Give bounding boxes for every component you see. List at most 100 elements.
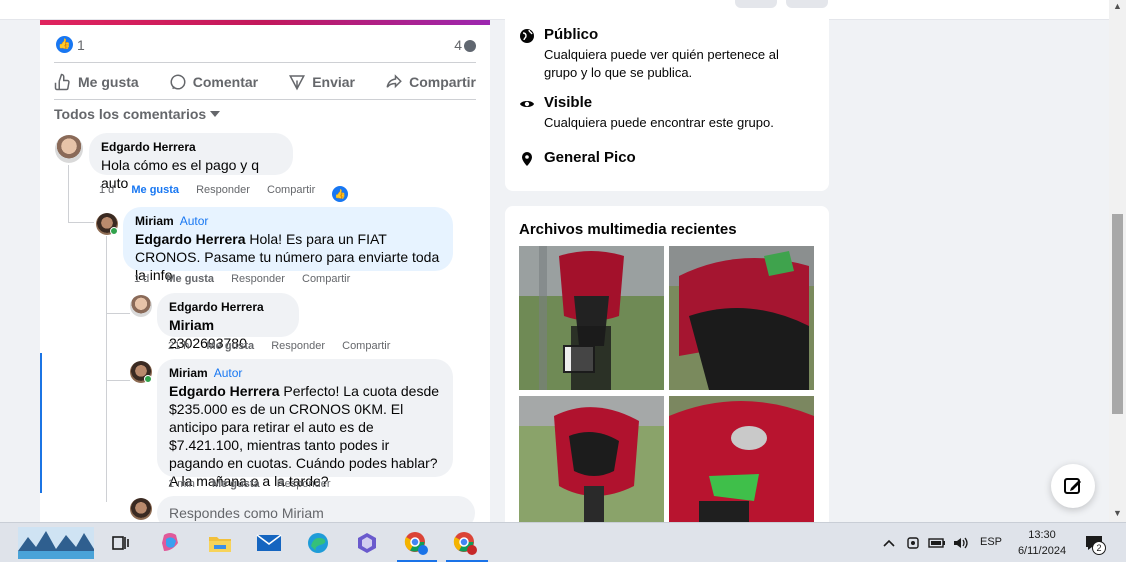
comment-count[interactable]: 4	[454, 37, 476, 53]
motorcycle-front-photo	[519, 396, 664, 522]
comment-author[interactable]: Edgardo Herrera	[101, 140, 281, 154]
comment-like-button[interactable]: Me gusta	[166, 273, 214, 285]
online-indicator	[144, 375, 152, 383]
clock-date: 6/11/2024	[1017, 545, 1067, 557]
top-button-2[interactable]	[786, 0, 828, 8]
privacy-title: Público	[544, 26, 599, 43]
comment-share-button[interactable]: Compartir	[302, 273, 350, 285]
sort-label: Todos los comentarios	[54, 106, 207, 122]
scrollbar-thumb[interactable]	[1112, 214, 1123, 414]
visibility-description: Cualquiera puede encontrar este grupo.	[544, 115, 774, 130]
comment-time[interactable]: 1 min	[168, 478, 195, 490]
comment-reply-button[interactable]: Responder	[271, 340, 325, 352]
avatar[interactable]	[55, 135, 83, 163]
comment-author-line: Miriam Autor	[169, 366, 441, 380]
comment-sort-dropdown[interactable]: Todos los comentarios	[54, 106, 221, 122]
comment-meta: 1 d Me gusta Responder Compartir 👍	[99, 184, 362, 202]
comment-reply-button[interactable]: Responder	[231, 273, 285, 285]
media-thumbnail[interactable]	[519, 246, 664, 390]
notification-badge: 2	[1092, 541, 1106, 555]
like-count[interactable]: 1	[77, 37, 85, 53]
copilot-icon[interactable]	[156, 529, 184, 557]
like-reaction-icon[interactable]: 👍	[56, 36, 73, 53]
like-reaction-icon[interactable]: 👍	[332, 186, 349, 202]
author-badge: Autor	[179, 214, 209, 228]
comment-like-button[interactable]: Me gusta	[131, 184, 179, 196]
visibility-title: Visible	[544, 94, 593, 111]
comment-like-button[interactable]: Me gusta	[206, 340, 254, 352]
clock[interactable]: 13:30 6/11/2024	[1014, 527, 1070, 559]
comment-time[interactable]: 1 d	[134, 273, 149, 285]
like-button[interactable]: Me gusta	[54, 68, 139, 96]
mention-link[interactable]: Edgardo Herrera	[169, 383, 279, 399]
comment-author[interactable]: Edgardo Herrera	[169, 300, 287, 314]
page-scrollbar[interactable]: ▲ ▼	[1109, 0, 1126, 522]
new-message-button[interactable]	[1051, 464, 1095, 508]
compose-icon	[1064, 478, 1081, 494]
comment-author[interactable]: Miriam	[135, 214, 174, 228]
send-button[interactable]: Enviar	[288, 68, 355, 96]
share-icon	[386, 74, 402, 89]
mail-icon[interactable]	[255, 529, 283, 557]
copilot-app-icon[interactable]	[353, 529, 381, 557]
comment-meta: 21 h Me gusta Responder Compartir	[168, 340, 404, 352]
comment-button[interactable]: Comentar	[169, 68, 258, 96]
reply-input[interactable]: Respondes como Miriam	[157, 496, 475, 522]
comment-count-value: 4	[454, 37, 462, 53]
scroll-down-icon[interactable]: ▼	[1113, 508, 1122, 518]
comment-share-button[interactable]: Compartir	[267, 184, 315, 196]
mention-link[interactable]: Edgardo Herrera	[135, 231, 245, 247]
media-thumbnail[interactable]	[669, 246, 814, 390]
share-button[interactable]: Compartir	[385, 68, 476, 96]
group-info-card: Público Cualquiera puede ver quién perte…	[505, 8, 829, 191]
avatar[interactable]	[130, 295, 152, 317]
location-title[interactable]: General Pico	[544, 149, 636, 166]
globe-icon	[520, 29, 534, 43]
post-stats: 👍 1 4	[54, 36, 476, 56]
thumbs-up-icon	[54, 73, 70, 91]
top-button-1[interactable]	[735, 0, 777, 8]
scroll-up-icon[interactable]: ▲	[1113, 1, 1122, 11]
comment-bubble: Edgardo Herrera Hola cómo es el pago y q…	[89, 133, 293, 191]
author-badge: Autor	[213, 366, 243, 380]
chrome-profile-b-icon[interactable]	[451, 529, 479, 557]
mention-link[interactable]: Miriam	[169, 317, 214, 333]
taskbar: ESP 13:30 6/11/2024 2	[0, 522, 1126, 562]
thread-line	[68, 222, 94, 223]
comment-author[interactable]: Miriam	[169, 366, 208, 380]
eye-icon	[520, 101, 534, 107]
clock-time: 13:30	[1028, 529, 1056, 541]
divider	[54, 62, 476, 63]
send-icon	[289, 75, 306, 91]
share-label: Compartir	[409, 74, 476, 90]
meet-now-icon[interactable]	[906, 535, 920, 551]
media-thumbnail[interactable]	[669, 396, 814, 522]
comment-label: Comentar	[192, 74, 259, 90]
file-explorer-icon[interactable]	[206, 529, 234, 557]
task-view-icon[interactable]	[106, 529, 134, 557]
widgets-landscape-icon[interactable]	[18, 527, 94, 559]
divider	[54, 99, 476, 100]
chrome-profile-icon[interactable]	[402, 529, 430, 557]
battery-icon[interactable]	[928, 537, 946, 549]
thread-line	[106, 313, 130, 314]
chevron-up-icon[interactable]	[882, 537, 896, 549]
thread-line	[106, 380, 130, 381]
privacy-description: Cualquiera puede ver quién pertenece al …	[544, 47, 779, 80]
comment-meta: 1 d Me gusta Responder Compartir	[134, 273, 364, 285]
comment-time[interactable]: 1 d	[99, 184, 114, 196]
motorcycle-seat-photo	[669, 246, 814, 390]
thread-line	[68, 165, 69, 223]
comment-time[interactable]: 21 h	[168, 340, 189, 352]
volume-icon[interactable]	[952, 535, 970, 551]
comment-reply-button[interactable]: Responder	[277, 478, 331, 490]
comment-share-button[interactable]: Compartir	[342, 340, 390, 352]
comment-meta: 1 min Me gusta Responder	[168, 478, 345, 490]
location-pin-icon	[522, 152, 532, 166]
media-thumbnail[interactable]	[519, 396, 664, 522]
comment-text: Edgardo Herrera Perfecto! La cuota desde…	[169, 382, 441, 490]
comment-reply-button[interactable]: Responder	[196, 184, 250, 196]
edge-browser-icon[interactable]	[304, 529, 332, 557]
language-indicator[interactable]: ESP	[980, 536, 1002, 548]
comment-like-button[interactable]: Me gusta	[212, 478, 260, 490]
